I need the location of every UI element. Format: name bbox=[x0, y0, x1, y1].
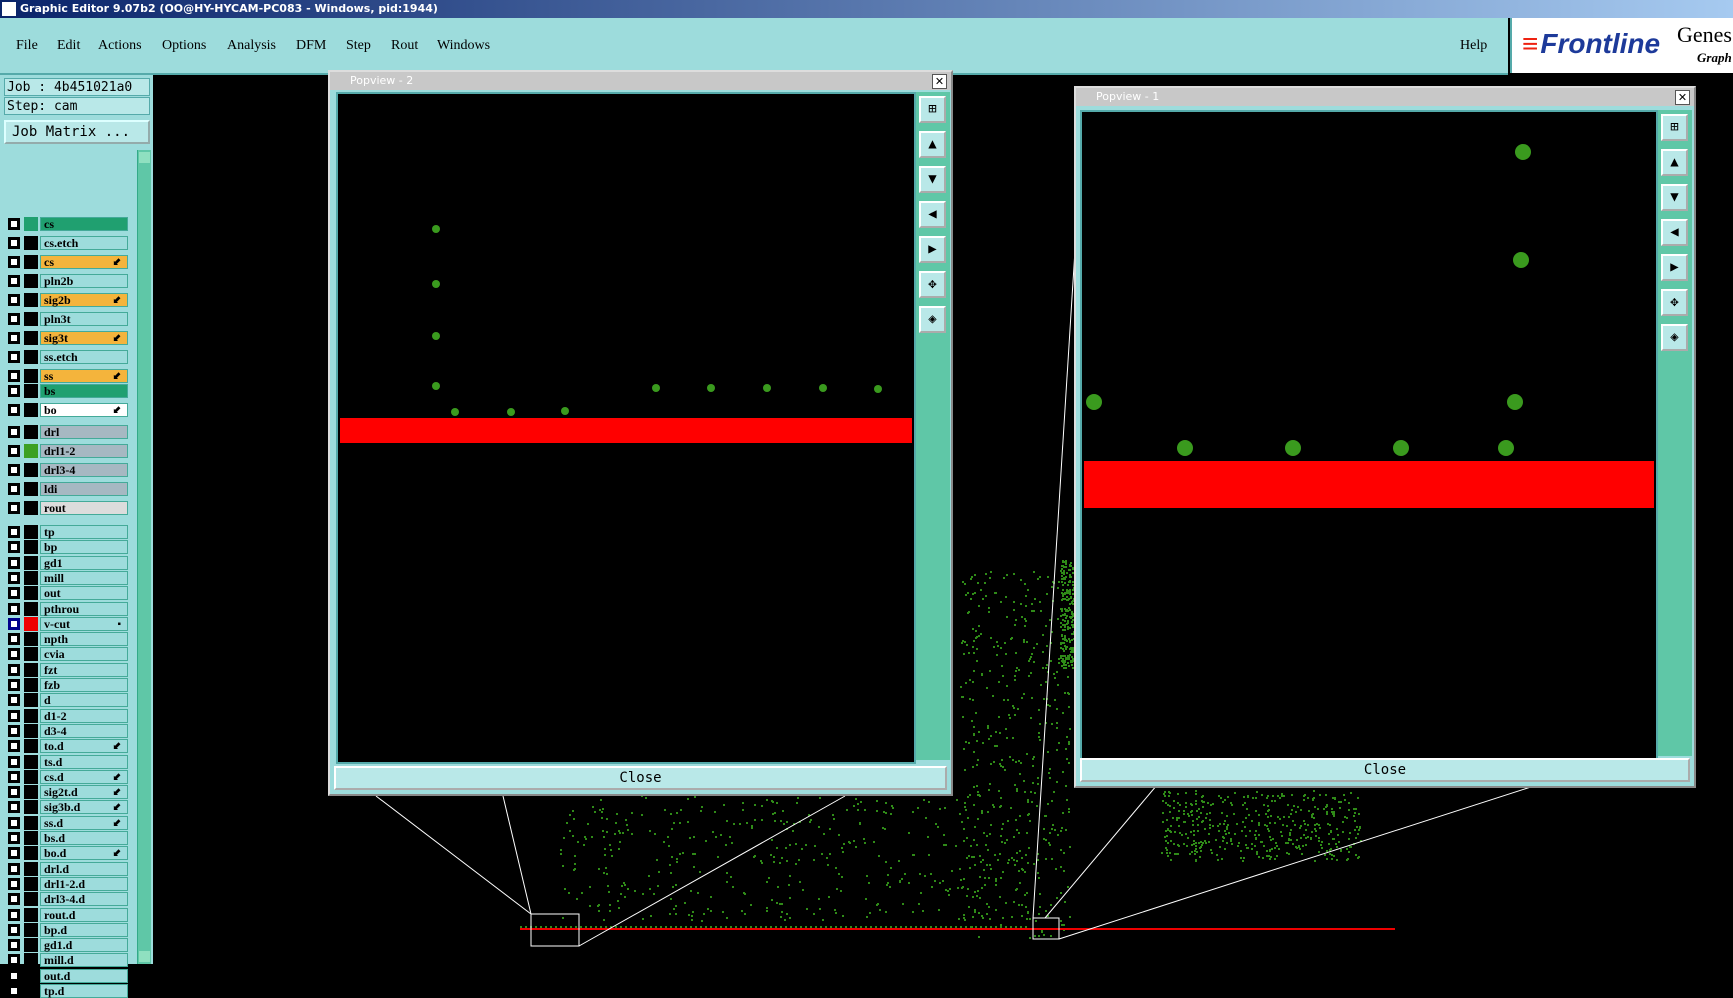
layer-checkbox[interactable] bbox=[8, 985, 20, 997]
pad bbox=[1498, 440, 1514, 456]
pan-left-icon[interactable]: ◀ bbox=[1661, 219, 1688, 246]
popview-2-canvas[interactable] bbox=[336, 92, 916, 764]
zoom-fit-icon[interactable]: ✥ bbox=[919, 271, 946, 298]
pad bbox=[1513, 252, 1529, 268]
popview-1-toolbar: ⊞ ▲ ▼ ◀ ▶ ✥ ◈ bbox=[1658, 110, 1692, 756]
pad bbox=[451, 408, 459, 416]
pad bbox=[432, 332, 440, 340]
zoom-line bbox=[1044, 784, 1158, 919]
zoom-line bbox=[1058, 784, 1538, 940]
pad bbox=[432, 382, 440, 390]
popview-1-title: Popview - 1 bbox=[1096, 90, 1160, 103]
zoom-fit-icon[interactable]: ✥ bbox=[1661, 289, 1688, 316]
popview-1-close-button[interactable]: Close bbox=[1080, 758, 1690, 782]
pad bbox=[1285, 440, 1301, 456]
close-icon[interactable]: ✕ bbox=[932, 74, 947, 89]
zoom-window-icon[interactable]: ⊞ bbox=[1661, 114, 1688, 141]
popview-2-window: Popview - 2 ✕ ⊞ ▲ ▼ ◀ ▶ ✥ ◈ Close bbox=[328, 70, 953, 796]
pan-right-icon[interactable]: ▶ bbox=[1661, 254, 1688, 281]
pan-up-icon[interactable]: ▲ bbox=[919, 131, 946, 158]
pan-right-icon[interactable]: ▶ bbox=[919, 236, 946, 263]
popview-2-titlebar: Popview - 2 ✕ bbox=[330, 72, 951, 90]
vcut-feature bbox=[340, 418, 912, 443]
pan-up-icon[interactable]: ▲ bbox=[1661, 149, 1688, 176]
zoom-line bbox=[578, 795, 846, 947]
layer-checkbox[interactable] bbox=[8, 969, 20, 982]
layer-name[interactable]: tp.d bbox=[40, 984, 128, 998]
pad bbox=[432, 280, 440, 288]
pan-down-icon[interactable]: ▼ bbox=[919, 166, 946, 193]
pad bbox=[1177, 440, 1193, 456]
layer-row-out.d[interactable]: out.d bbox=[6, 968, 134, 983]
pan-left-icon[interactable]: ◀ bbox=[919, 201, 946, 228]
pad bbox=[652, 384, 660, 392]
pad bbox=[561, 407, 569, 415]
layer-color-swatch bbox=[24, 984, 38, 998]
popview-1-canvas[interactable] bbox=[1080, 110, 1658, 760]
pad bbox=[432, 225, 440, 233]
pad bbox=[763, 384, 771, 392]
layer-row-tp.d[interactable]: tp.d bbox=[6, 984, 134, 998]
popview-1-window: Popview - 1 ✕ ⊞ ▲ ▼ ◀ ▶ ✥ ◈ Close bbox=[1074, 86, 1696, 788]
popview-2-title: Popview - 2 bbox=[350, 74, 414, 87]
popview-2-toolbar: ⊞ ▲ ▼ ◀ ▶ ✥ ◈ bbox=[916, 92, 950, 760]
popview-1-titlebar: Popview - 1 ✕ bbox=[1076, 88, 1694, 106]
pad bbox=[1515, 144, 1531, 160]
close-icon[interactable]: ✕ bbox=[1675, 90, 1690, 105]
layer-name[interactable]: out.d bbox=[40, 968, 128, 983]
pad bbox=[819, 384, 827, 392]
zoom-line bbox=[375, 795, 532, 915]
layer-color-swatch bbox=[24, 968, 38, 983]
zoom-center-icon[interactable]: ◈ bbox=[919, 306, 946, 333]
pan-down-icon[interactable]: ▼ bbox=[1661, 184, 1688, 211]
pad bbox=[1507, 394, 1523, 410]
vcut-feature bbox=[1084, 461, 1654, 508]
zoom-center-icon[interactable]: ◈ bbox=[1661, 324, 1688, 351]
pad bbox=[1086, 394, 1102, 410]
popview-2-close-button[interactable]: Close bbox=[334, 766, 947, 790]
pad bbox=[507, 408, 515, 416]
zoom-window-icon[interactable]: ⊞ bbox=[919, 96, 946, 123]
pad bbox=[1393, 440, 1409, 456]
pad bbox=[707, 384, 715, 392]
pad bbox=[874, 385, 882, 393]
